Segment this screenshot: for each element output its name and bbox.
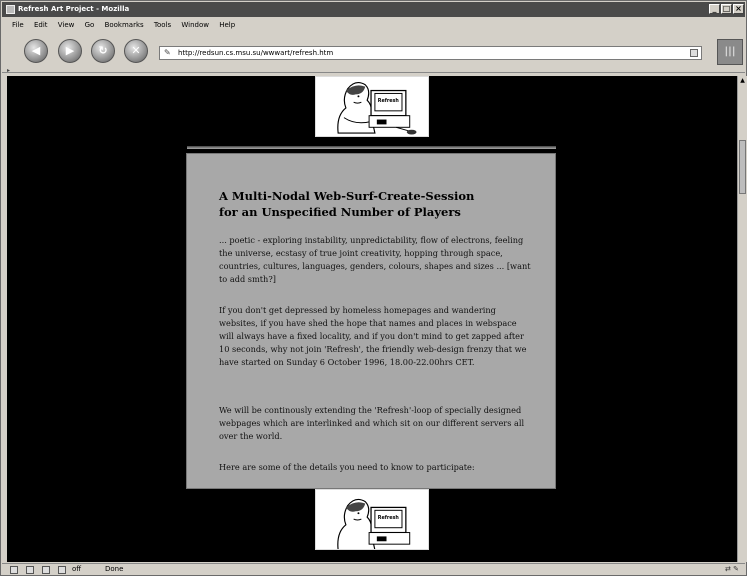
paragraph-details: Here are some of the details you need to… <box>219 462 475 472</box>
connection-icon: ⇄ ✎ <box>725 565 739 573</box>
art-image-bottom: Refresh <box>315 489 429 550</box>
mail-icon[interactable] <box>26 566 34 574</box>
forward-arrow-icon: ▶ <box>65 44 75 57</box>
navigator-icon[interactable] <box>10 566 18 574</box>
art-image-top: Refresh <box>315 76 429 137</box>
forward-button[interactable]: ▶ <box>58 39 82 63</box>
page-icon: ✎ <box>164 48 171 57</box>
menu-help[interactable]: Help <box>219 21 235 29</box>
art-sign-top: Refresh <box>378 98 400 104</box>
horizontal-rule <box>187 146 556 149</box>
page-heading: A Multi-Nodal Web-Surf-Create-Session fo… <box>219 188 519 220</box>
heading-line-2: for an Unspecified Number of Players <box>219 205 461 219</box>
menu-view[interactable]: View <box>58 21 75 29</box>
navigation-toolbar: ◀ ▶ ↻ ✕ ✎ http://redsun.cs.msu.su/wwwart… <box>2 33 745 71</box>
menu-bookmarks[interactable]: Bookmarks <box>105 21 144 29</box>
maximize-button[interactable]: □ <box>721 4 732 14</box>
browser-window: Refresh Art Project - Mozilla _ □ × File… <box>0 0 747 576</box>
url-input[interactable]: ✎ http://redsun.cs.msu.su/wwwart/refresh… <box>159 46 702 60</box>
menu-file[interactable]: File <box>12 21 24 29</box>
stop-button[interactable]: ✕ <box>124 39 148 63</box>
menu-edit[interactable]: Edit <box>34 21 48 29</box>
toolbar-grippy-icon[interactable]: ▸ <box>7 67 10 74</box>
page-viewport[interactable]: Refresh A Multi-Nodal Web-Surf-Create-Se… <box>7 76 737 562</box>
heading-line-1: A Multi-Nodal Web-Surf-Create-Session <box>219 189 475 203</box>
scrollbar-thumb[interactable] <box>739 140 746 194</box>
back-arrow-icon: ◀ <box>31 44 41 57</box>
title-bar: Refresh Art Project - Mozilla _ □ × <box>2 2 745 17</box>
stop-icon: ✕ <box>131 44 141 57</box>
art-sign-bottom: Refresh <box>378 515 400 521</box>
status-bar: off Done ⇄ ✎ <box>2 563 745 575</box>
window-title: Refresh Art Project - Mozilla <box>18 5 130 13</box>
addressbook-icon[interactable] <box>58 566 66 574</box>
paragraph-invitation: If you don't get depressed by homeless h… <box>219 305 527 367</box>
throbber-icon[interactable]: ||| <box>717 39 743 65</box>
close-button[interactable]: × <box>733 4 744 14</box>
menu-bar: File Edit View Go Bookmarks Tools Window… <box>2 18 745 32</box>
menu-go[interactable]: Go <box>85 21 95 29</box>
paragraph-loop: We will be continously extending the 'Re… <box>219 405 525 441</box>
url-text: http://redsun.cs.msu.su/wwwart/refresh.h… <box>178 49 334 57</box>
app-icon <box>6 5 15 14</box>
menu-tools[interactable]: Tools <box>154 21 171 29</box>
back-button[interactable]: ◀ <box>24 39 48 63</box>
toolbar-divider <box>2 72 745 73</box>
reload-button[interactable]: ↻ <box>91 39 115 63</box>
reload-icon: ↻ <box>98 44 108 57</box>
status-text: Done <box>105 565 124 573</box>
composer-icon[interactable] <box>42 566 50 574</box>
minimize-button[interactable]: _ <box>709 4 720 14</box>
intro-panel: A Multi-Nodal Web-Surf-Create-Session fo… <box>186 153 556 489</box>
cartoon-illustration-top: Refresh <box>316 77 428 136</box>
cartoon-illustration-bottom: Refresh <box>316 490 428 549</box>
menu-window[interactable]: Window <box>181 21 209 29</box>
scroll-up-icon[interactable]: ▲ <box>739 77 746 85</box>
paragraph-poetic: ... poetic - exploring instability, unpr… <box>219 235 531 284</box>
go-icon[interactable] <box>690 49 698 57</box>
offline-label[interactable]: off <box>72 564 81 575</box>
vertical-scrollbar[interactable]: ▲ <box>737 76 747 562</box>
